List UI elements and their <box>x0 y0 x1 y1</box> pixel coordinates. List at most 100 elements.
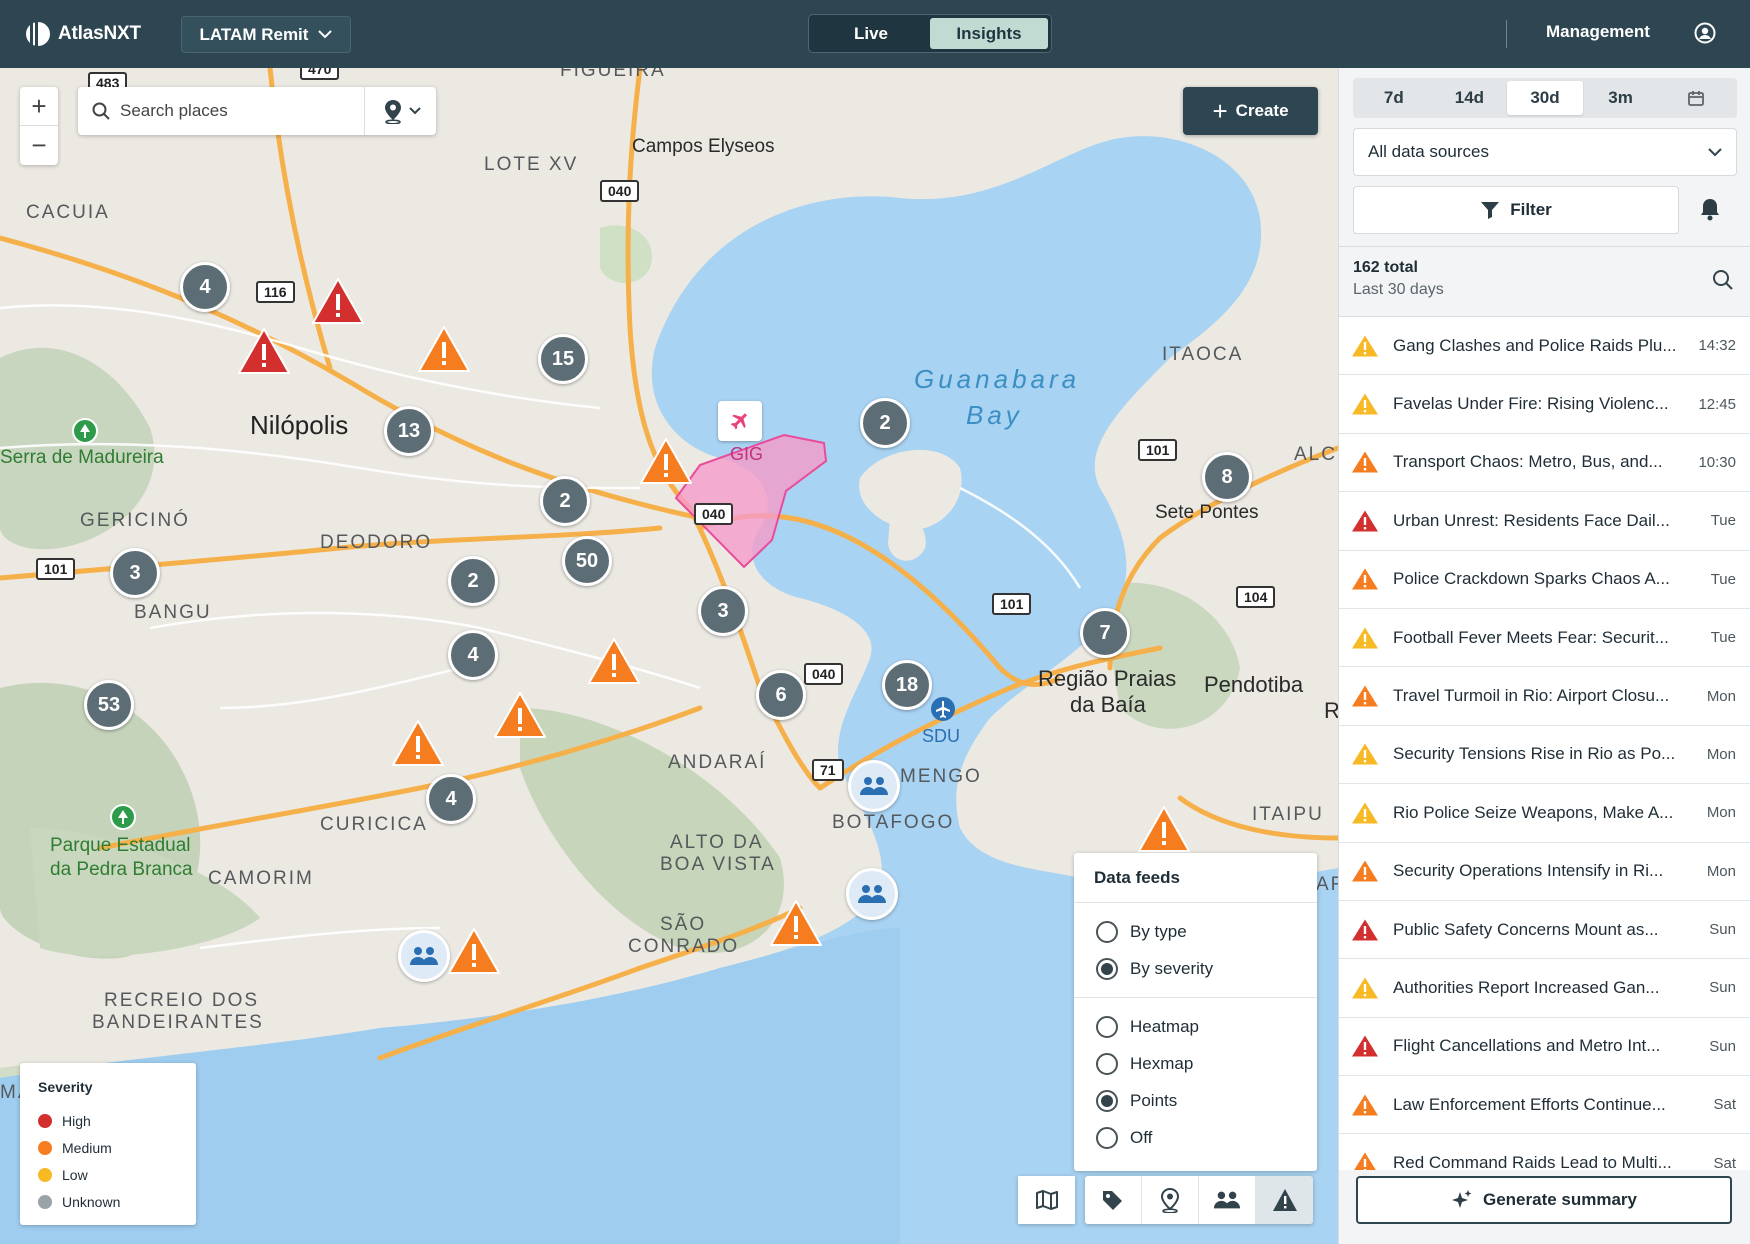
location-layer-button[interactable] <box>1142 1176 1199 1224</box>
search-bar <box>78 87 436 135</box>
event-cluster[interactable]: 3 <box>110 548 160 598</box>
top-bar: AtlasNXT LATAM Remit Live Insights Manag… <box>0 0 1750 68</box>
range-14d[interactable]: 14d <box>1432 81 1508 115</box>
option-points[interactable]: Points <box>1074 1082 1317 1119</box>
event-cluster[interactable]: 2 <box>860 398 910 448</box>
range-7d[interactable]: 7d <box>1356 81 1432 115</box>
event-title: Rio Police Seize Weapons, Make A... <box>1393 802 1674 822</box>
alert-layer-button[interactable] <box>1256 1176 1313 1224</box>
event-cluster[interactable]: 18 <box>882 660 932 710</box>
event-time: Sun <box>1709 921 1736 939</box>
alert-high-icon[interactable] <box>310 276 366 326</box>
management-link[interactable]: Management <box>1546 22 1650 42</box>
option-hexmap[interactable]: Hexmap <box>1074 1045 1317 1082</box>
event-cluster[interactable]: 8 <box>1202 452 1252 502</box>
people-marker[interactable] <box>398 930 450 982</box>
road-shield: 040 <box>804 663 844 685</box>
alert-high-icon[interactable] <box>236 326 292 376</box>
event-cluster[interactable]: 13 <box>384 406 434 456</box>
bell-icon[interactable] <box>1697 196 1723 222</box>
people-layer-button[interactable] <box>1199 1176 1256 1224</box>
tab-insights[interactable]: Insights <box>930 18 1048 49</box>
range-custom[interactable] <box>1658 81 1734 115</box>
range-3m[interactable]: 3m <box>1583 81 1659 115</box>
search-icon[interactable] <box>1712 269 1734 291</box>
event-list-item[interactable]: Public Safety Concerns Mount as... Sun <box>1339 901 1750 960</box>
event-list-item[interactable]: Security Operations Intensify in Ri... Mo… <box>1339 843 1750 901</box>
event-title: Gang Clashes and Police Raids Plu... <box>1393 335 1677 355</box>
event-time: Mon <box>1706 687 1736 705</box>
alert-medium-icon[interactable] <box>768 898 824 948</box>
zoom-out-button[interactable]: − <box>20 126 58 165</box>
event-cluster[interactable]: 2 <box>448 556 498 606</box>
alert-medium-icon[interactable] <box>390 718 446 768</box>
app-logo[interactable]: AtlasNXT <box>24 20 141 48</box>
option-off[interactable]: Off <box>1074 1119 1317 1156</box>
radio-button[interactable] <box>1096 1126 1118 1149</box>
event-list-item[interactable]: Rio Police Seize Weapons, Make A... Mon <box>1339 784 1750 843</box>
radio-button[interactable] <box>1096 957 1118 980</box>
event-cluster[interactable]: 50 <box>562 536 612 586</box>
event-list-item[interactable]: Police Crackdown Sparks Chaos A... Tue <box>1339 551 1750 609</box>
alert-medium-icon[interactable] <box>638 436 694 486</box>
event-cluster[interactable]: 4 <box>426 774 476 824</box>
event-cluster[interactable]: 15 <box>538 334 588 384</box>
location-filter-button[interactable] <box>364 87 436 135</box>
org-selector[interactable]: LATAM Remit <box>181 16 351 53</box>
map-label-bay: Bay <box>966 400 1023 430</box>
event-list-item[interactable]: Gang Clashes and Police Raids Plu... 14:3… <box>1339 317 1750 376</box>
zoom-in-button[interactable]: + <box>20 87 58 126</box>
radio-button[interactable] <box>1096 1089 1118 1112</box>
data-source-select[interactable]: All data sources <box>1353 128 1737 176</box>
alert-medium-icon[interactable] <box>1136 804 1192 854</box>
event-list-item[interactable]: Red Command Raids Lead to Multi... Sat <box>1339 1134 1750 1170</box>
map-canvas[interactable]: FIGUEIRA Campos Elyseos LOTE XV CACUIA N… <box>0 68 1338 1244</box>
event-list-item[interactable]: Urban Unrest: Residents Face Dail... Tue <box>1339 492 1750 551</box>
alert-medium-icon[interactable] <box>416 324 472 374</box>
event-list-item[interactable]: Security Tensions Rise in Rio as Po... Mo… <box>1339 726 1750 785</box>
event-cluster[interactable]: 3 <box>698 586 748 636</box>
tab-live[interactable]: Live <box>812 18 930 49</box>
event-cluster[interactable]: 4 <box>448 630 498 680</box>
event-list-item[interactable]: Transport Chaos: Metro, Bus, and... 10:30 <box>1339 434 1750 493</box>
map-style-button[interactable] <box>1018 1176 1075 1224</box>
people-icon <box>410 947 438 965</box>
radio-button[interactable] <box>1096 920 1118 943</box>
map-label-parque-2: da Pedra Branca <box>50 859 193 880</box>
alert-medium-icon[interactable] <box>586 636 642 686</box>
alert-high-icon <box>1352 510 1378 532</box>
event-cluster[interactable]: 6 <box>756 670 806 720</box>
filter-button[interactable]: Filter <box>1353 186 1679 234</box>
user-circle-icon[interactable] <box>1694 22 1716 44</box>
event-cluster[interactable]: 53 <box>84 680 134 730</box>
map-label-andarai: ANDARAÍ <box>668 752 767 773</box>
alert-medium-icon[interactable] <box>446 926 502 976</box>
option-by-severity[interactable]: By severity <box>1074 950 1317 987</box>
option-heatmap[interactable]: Heatmap <box>1074 1008 1317 1045</box>
event-list-item[interactable]: Authorities Report Increased Gan... Sun <box>1339 959 1750 1018</box>
event-list-item[interactable]: Travel Turmoil in Rio: Airport Closu... M… <box>1339 667 1750 726</box>
map-label-sdu: SDU <box>922 726 961 746</box>
event-list-item[interactable]: Football Fever Meets Fear: Securit... Tue <box>1339 609 1750 668</box>
tag-layer-button[interactable] <box>1085 1176 1142 1224</box>
event-cluster[interactable]: 4 <box>180 262 230 312</box>
event-time: Tue <box>1710 629 1736 647</box>
event-list-item[interactable]: Favelas Under Fire: Rising Violenc... 12:… <box>1339 375 1750 434</box>
option-label: By type <box>1130 921 1187 941</box>
range-30d[interactable]: 30d <box>1507 81 1583 115</box>
map-label-alto-1: ALTO DA <box>670 832 764 853</box>
create-button[interactable]: + Create <box>1183 87 1318 135</box>
event-list-item[interactable]: Flight Cancellations and Metro Int... Sun <box>1339 1018 1750 1077</box>
people-marker[interactable] <box>848 760 900 812</box>
generate-summary-button[interactable]: Generate summary <box>1356 1176 1732 1224</box>
radio-button[interactable] <box>1096 1052 1118 1075</box>
search-input[interactable] <box>120 101 360 121</box>
event-cluster[interactable]: 7 <box>1080 608 1130 658</box>
radio-button[interactable] <box>1096 1015 1118 1038</box>
event-list-item[interactable]: Law Enforcement Efforts Continue... Sat <box>1339 1076 1750 1135</box>
people-marker[interactable] <box>846 868 898 920</box>
event-cluster[interactable]: 2 <box>540 476 590 526</box>
gig-airport-marker[interactable] <box>718 401 762 441</box>
alert-medium-icon[interactable] <box>492 690 548 740</box>
option-by-type[interactable]: By type <box>1074 913 1317 950</box>
